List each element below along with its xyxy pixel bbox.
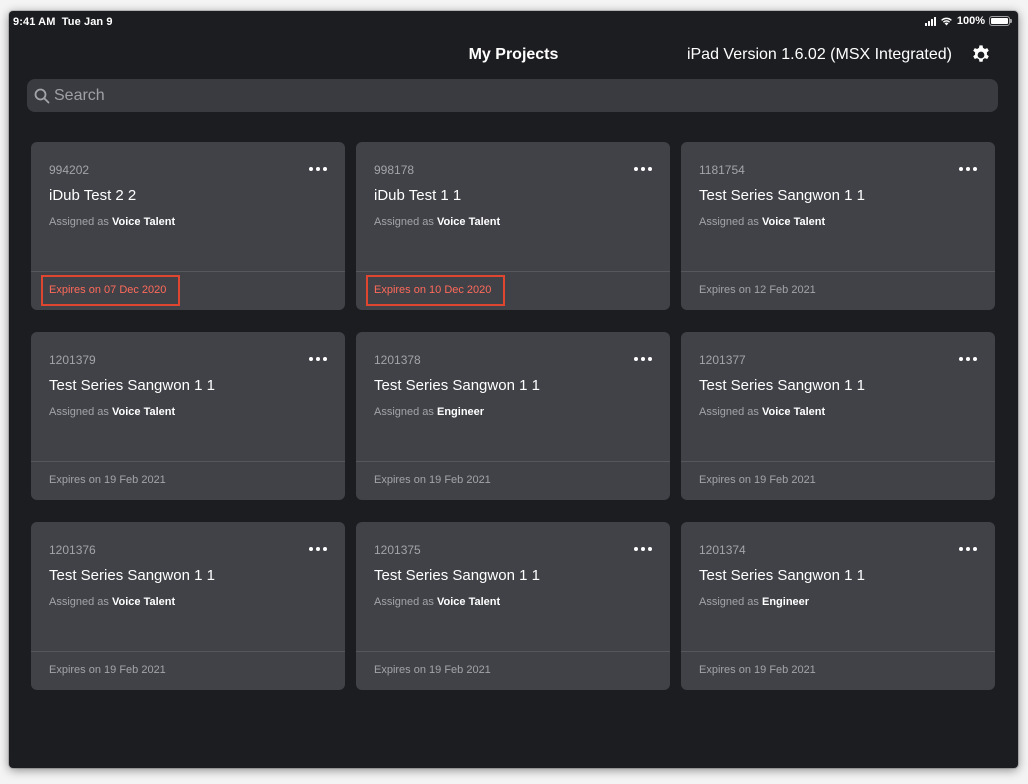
project-title: Test Series Sangwon 1 1 [699,377,865,394]
project-assignment: Assigned as Voice Talent [49,216,175,228]
assigned-prefix: Assigned as [374,596,434,608]
status-time: 9:41 AM Tue Jan 9 [13,16,113,28]
project-title: Test Series Sangwon 1 1 [374,567,540,584]
project-assignment: Assigned as Voice Talent [49,406,175,418]
project-id: 1201377 [699,353,746,367]
assigned-prefix: Assigned as [699,596,759,608]
card-divider [31,461,345,462]
cellular-signal-icon [924,16,936,26]
more-options-icon[interactable] [634,547,652,551]
more-options-icon[interactable] [309,167,327,171]
battery-percentage: 100% [956,15,985,27]
card-divider [681,461,995,462]
project-title: Test Series Sangwon 1 1 [374,377,540,394]
search-input[interactable] [54,86,998,105]
wifi-icon [940,17,952,26]
card-divider [31,271,345,272]
project-title: iDub Test 2 2 [49,187,137,204]
project-card[interactable]: 1201376 Test Series Sangwon 1 1 Assigned… [31,522,345,690]
expiry-highlight-box [366,275,505,306]
project-id: 1201374 [699,543,746,557]
project-id: 1201376 [49,543,96,557]
project-id: 994202 [49,163,90,177]
project-expiry: Expires on 19 Feb 2021 [374,474,491,486]
project-id: 1181754 [699,163,745,177]
status-indicators: 100% [924,15,1012,27]
assigned-prefix: Assigned as [49,216,109,228]
ipad-screen: 9:41 AM Tue Jan 9 100% My Projects iPad … [9,11,1018,768]
assigned-role: Voice Talent [437,596,501,608]
project-assignment: Assigned as Voice Talent [374,596,500,608]
assigned-role: Voice Talent [112,596,176,608]
more-options-icon[interactable] [959,547,977,551]
project-assignment: Assigned as Engineer [374,406,484,418]
assigned-role: Engineer [762,596,810,608]
search-icon [34,88,50,103]
project-expiry: Expires on 19 Feb 2021 [49,664,166,676]
more-options-icon[interactable] [959,357,977,361]
project-title: Test Series Sangwon 1 1 [49,377,215,394]
project-card[interactable]: 1201378 Test Series Sangwon 1 1 Assigned… [356,332,670,500]
assigned-role: Voice Talent [112,406,176,418]
project-card[interactable]: 1201379 Test Series Sangwon 1 1 Assigned… [31,332,345,500]
project-expiry: Expires on 19 Feb 2021 [374,664,491,676]
more-options-icon[interactable] [959,167,977,171]
project-assignment: Assigned as Voice Talent [374,216,500,228]
battery-icon [989,16,1012,26]
project-card[interactable]: 1201374 Test Series Sangwon 1 1 Assigned… [681,522,995,690]
gear-icon[interactable] [970,44,992,66]
more-options-icon[interactable] [634,357,652,361]
project-card[interactable]: 994202 iDub Test 2 2 Assigned as Voice T… [31,142,345,310]
assigned-role: Voice Talent [762,216,826,228]
assigned-prefix: Assigned as [374,216,434,228]
project-card[interactable]: 1201375 Test Series Sangwon 1 1 Assigned… [356,522,670,690]
version-label: iPad Version 1.6.02 (MSX Integrated) [686,46,952,63]
project-id: 998178 [374,163,415,177]
more-options-icon[interactable] [309,357,327,361]
more-options-icon[interactable] [309,547,327,551]
project-assignment: Assigned as Voice Talent [49,596,175,608]
assigned-role: Voice Talent [762,406,826,418]
project-title: Test Series Sangwon 1 1 [699,187,865,204]
assigned-prefix: Assigned as [49,596,109,608]
assigned-role: Voice Talent [437,216,501,228]
status-date: Tue Jan 9 [61,16,113,28]
card-divider [356,651,670,652]
project-card[interactable]: 1181754 Test Series Sangwon 1 1 Assigned… [681,142,995,310]
assigned-prefix: Assigned as [49,406,109,418]
project-title: Test Series Sangwon 1 1 [49,567,215,584]
card-divider [356,461,670,462]
search-bar[interactable] [27,79,998,112]
project-assignment: Assigned as Engineer [699,596,809,608]
assigned-prefix: Assigned as [699,406,759,418]
card-divider [31,651,345,652]
status-clock: 9:41 AM [13,16,56,28]
project-expiry: Expires on 19 Feb 2021 [699,664,816,676]
card-divider [681,651,995,652]
more-options-icon[interactable] [634,167,652,171]
project-id: 1201379 [49,353,96,367]
assigned-prefix: Assigned as [374,406,434,418]
assigned-prefix: Assigned as [699,216,759,228]
assigned-role: Voice Talent [112,216,176,228]
project-expiry: Expires on 19 Feb 2021 [699,474,816,486]
project-expiry: Expires on 12 Feb 2021 [699,284,816,296]
project-id: 1201378 [374,353,421,367]
status-bar: 9:41 AM Tue Jan 9 100% [9,11,1018,33]
project-expiry: Expires on 19 Feb 2021 [49,474,166,486]
project-card[interactable]: 998178 iDub Test 1 1 Assigned as Voice T… [356,142,670,310]
card-divider [681,271,995,272]
project-assignment: Assigned as Voice Talent [699,216,825,228]
project-grid: 994202 iDub Test 2 2 Assigned as Voice T… [31,142,995,690]
project-assignment: Assigned as Voice Talent [699,406,825,418]
expiry-highlight-box [41,275,180,306]
card-divider [356,271,670,272]
project-card[interactable]: 1201377 Test Series Sangwon 1 1 Assigned… [681,332,995,500]
assigned-role: Engineer [437,406,485,418]
project-title: Test Series Sangwon 1 1 [699,567,865,584]
project-title: iDub Test 1 1 [374,187,462,204]
project-id: 1201375 [374,543,421,557]
